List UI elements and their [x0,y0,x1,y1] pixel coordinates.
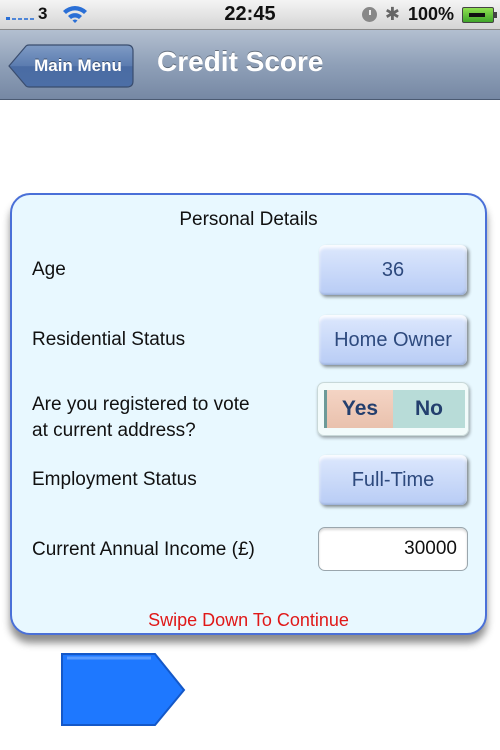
personal-details-card: Personal Details Age 36 Residential Stat… [10,193,487,635]
employment-status-selector[interactable]: Full-Time [319,455,467,505]
battery-charging-icon [462,6,497,23]
employment-status-label: Employment Status [32,469,197,490]
vote-yes-option[interactable]: Yes [327,390,393,428]
residential-status-label: Residential Status [32,329,186,350]
vote-question-line1: Are you registered to vote [32,394,250,415]
swipe-hint: Swipe Down To Continue [148,610,349,630]
vote-question-label: Are you registered to vote at current ad… [32,392,250,444]
income-input[interactable] [318,527,468,571]
age-label: Age [32,259,66,280]
battery-percent: 100% [407,4,454,24]
clock-icon [361,7,377,22]
age-selector[interactable]: 36 [319,245,467,295]
bluetooth-icon: ✱ [384,4,400,24]
vote-no-option[interactable]: No [393,390,465,428]
page-title: Credit Score [157,46,324,77]
next-arrow-button[interactable] [61,653,189,735]
navigation-bar: Main Menu Credit Score [0,30,500,100]
income-label: Current Annual Income (£) [32,539,255,560]
main-menu-back-button[interactable]: Main Menu [8,44,134,88]
vote-question-line2: at current address? [32,420,196,441]
residential-status-selector[interactable]: Home Owner [319,315,467,365]
vote-yes-no-toggle[interactable]: Yes No [317,382,469,436]
card-title: Personal Details [179,209,318,230]
back-button-label: Main Menu [34,56,122,75]
status-bar: 3 22:45 ✱ 100% [0,0,500,30]
